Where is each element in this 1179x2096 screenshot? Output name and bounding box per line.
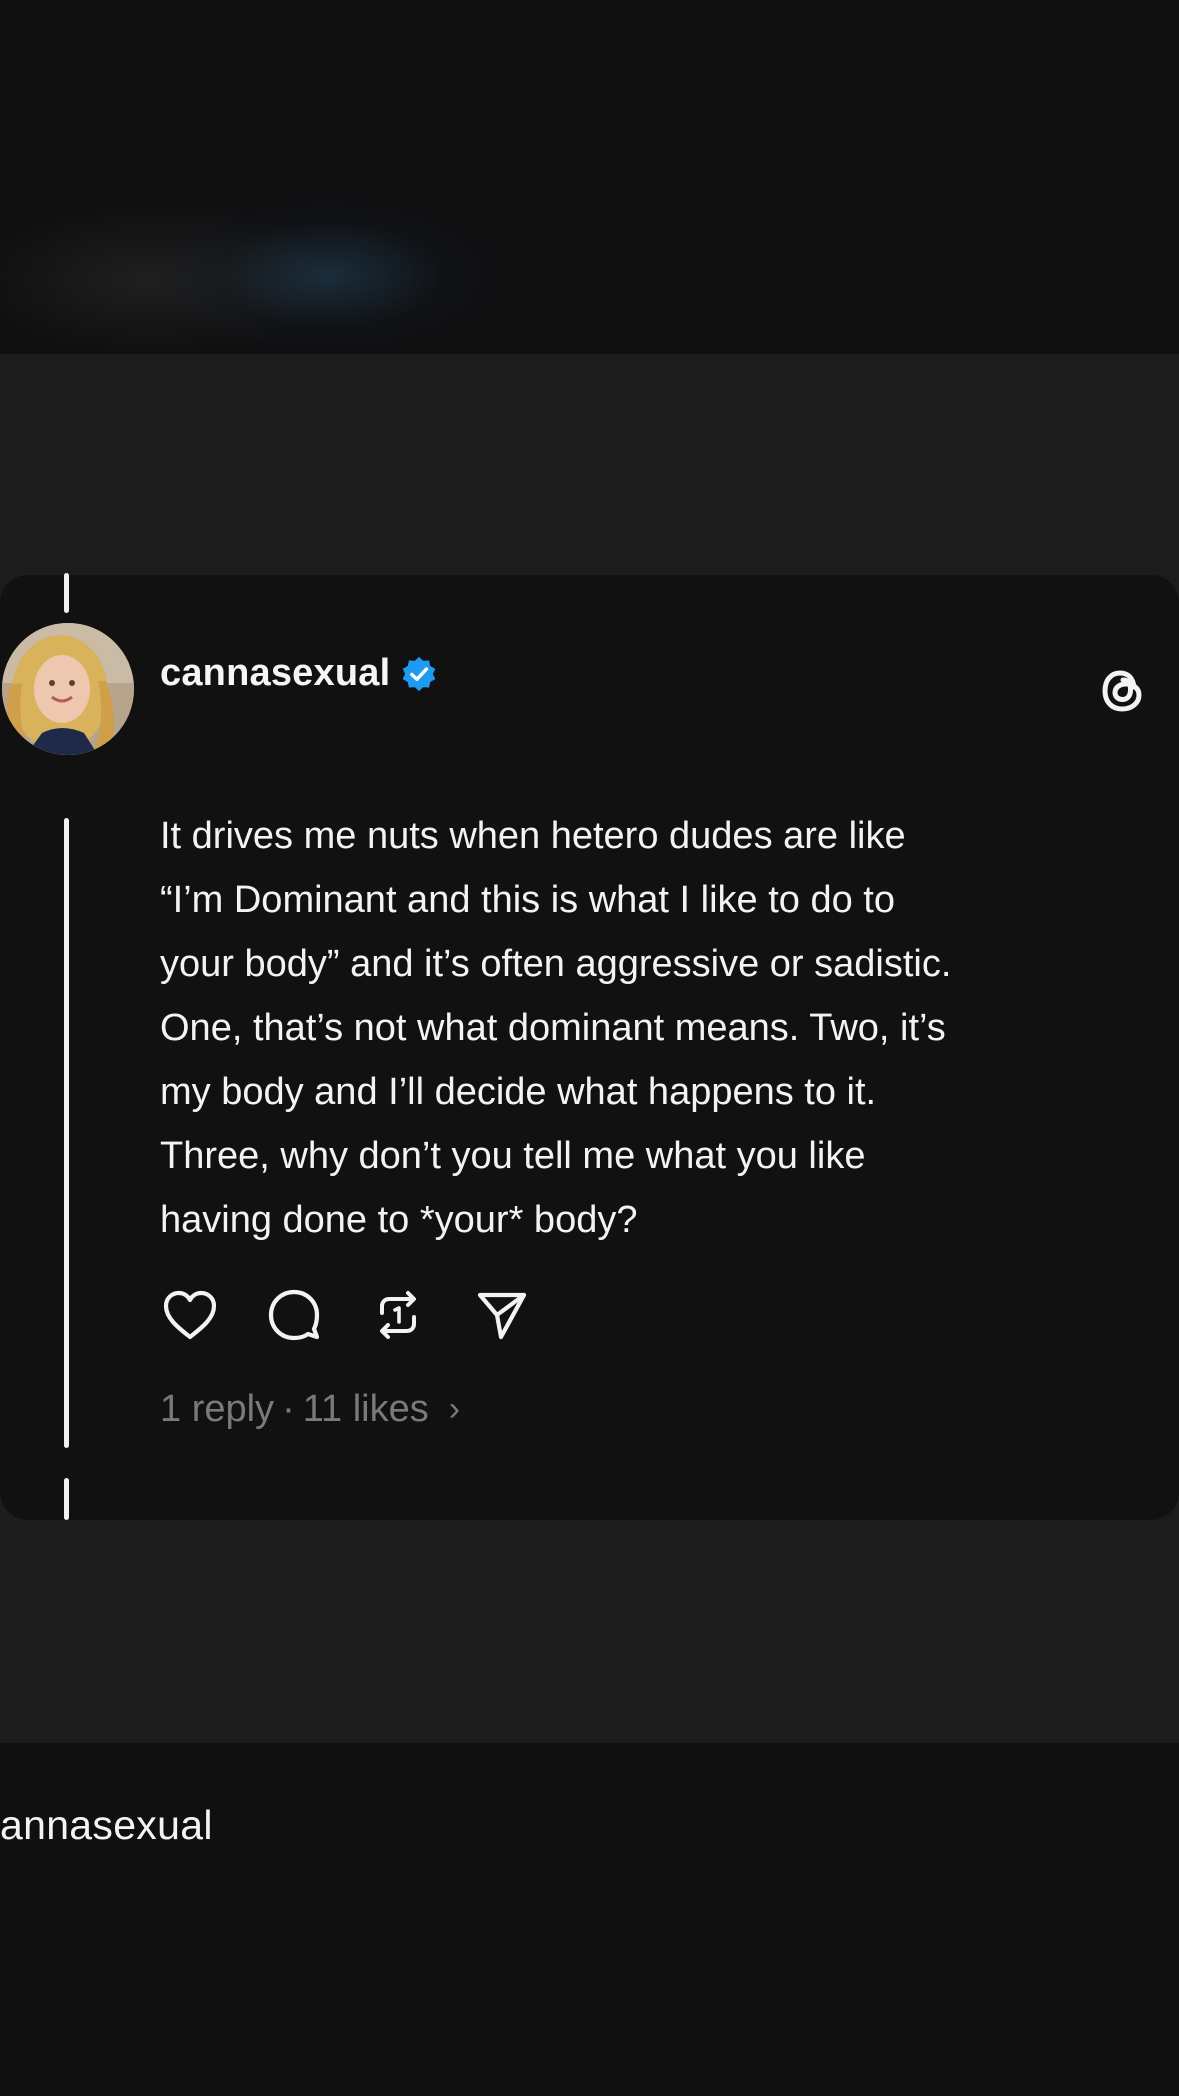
share-button[interactable] [472, 1285, 532, 1345]
reply-count: 1 reply [160, 1388, 275, 1430]
username[interactable]: cannasexual [160, 652, 390, 695]
thread-line-bottom [64, 1478, 69, 1520]
threads-logo-icon [1093, 660, 1153, 720]
post-stats[interactable]: 1 reply · 11 likes › [160, 1388, 460, 1431]
heart-icon [163, 1290, 217, 1340]
thread-line-main [64, 818, 69, 1448]
background-top-band [0, 0, 1179, 354]
verified-badge-icon [400, 655, 438, 693]
background-bottom-band [0, 1743, 1179, 2096]
repost-icon [380, 1291, 416, 1339]
post-text: It drives me nuts when hetero dudes are … [160, 815, 952, 1241]
repost-button[interactable] [368, 1285, 428, 1345]
chevron-right-icon: › [448, 1390, 461, 1428]
caption-username: annasexual [0, 1802, 213, 1848]
post-actions [160, 1285, 532, 1345]
like-count: 11 likes [302, 1388, 429, 1430]
post-header: cannasexual [160, 652, 438, 695]
thread-line-top [64, 573, 69, 613]
like-button[interactable] [160, 1285, 220, 1345]
avatar[interactable] [2, 623, 134, 755]
avatar-image [2, 623, 134, 755]
screenshot-page: cannasexual It drives me nuts when heter… [0, 0, 1179, 2096]
background-glow-blue [150, 190, 510, 354]
stats-separator: · [282, 1388, 295, 1430]
comment-icon [268, 1289, 320, 1341]
reply-button[interactable] [264, 1285, 324, 1345]
send-icon [477, 1292, 527, 1340]
